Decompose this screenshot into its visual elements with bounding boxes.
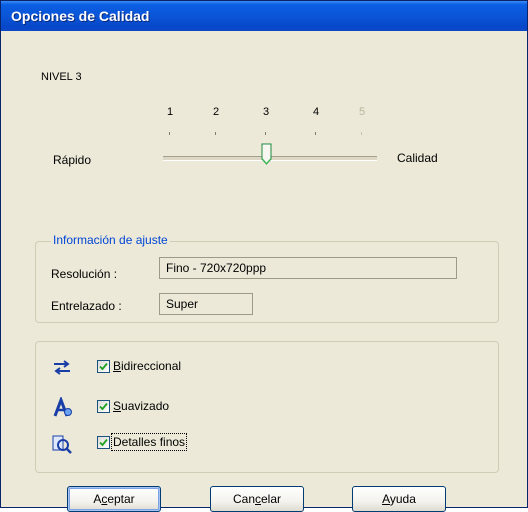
resolution-label: Resolución : bbox=[51, 267, 118, 281]
slider-right-label: Calidad bbox=[397, 151, 438, 165]
tick-mark-5 bbox=[361, 132, 362, 135]
smoothing-mnemonic: S bbox=[113, 399, 122, 413]
resolution-value: Fino - 720x720ppp bbox=[159, 257, 457, 279]
smoothing-checkbox[interactable] bbox=[97, 400, 110, 413]
interlace-value: Super bbox=[159, 293, 253, 315]
smoothing-label-rest: uavizado bbox=[121, 399, 170, 413]
tick-mark-2 bbox=[215, 132, 216, 135]
tick-label-5: 5 bbox=[358, 106, 366, 118]
smoothing-label[interactable]: Suavizado bbox=[113, 399, 169, 413]
fine-detail-checkbox[interactable] bbox=[97, 436, 110, 449]
tick-label-2: 2 bbox=[212, 106, 220, 118]
help-mnemonic: A bbox=[382, 492, 390, 506]
dialog-body: NIVEL 3 1 2 3 4 5 Rápido Calidad Informa… bbox=[5, 31, 523, 512]
slider-left-label: Rápido bbox=[53, 153, 92, 167]
ok-label-post: eptar bbox=[107, 492, 135, 506]
interlace-label: Entrelazado : bbox=[51, 299, 122, 313]
tick-label-3: 3 bbox=[262, 106, 270, 118]
smoothing-icon bbox=[51, 395, 73, 419]
bidirectional-label[interactable]: Bidireccional bbox=[113, 359, 181, 373]
help-label-post: yuda bbox=[389, 492, 416, 506]
bidirectional-icon bbox=[51, 357, 73, 379]
cancel-button[interactable]: Cancelar bbox=[210, 486, 304, 512]
fine-detail-icon bbox=[51, 433, 73, 455]
tick-mark-3 bbox=[265, 132, 266, 135]
bidirectional-checkbox[interactable] bbox=[97, 360, 110, 373]
tick-mark-4 bbox=[315, 132, 316, 135]
help-button[interactable]: Ayuda bbox=[352, 486, 446, 512]
option-row-fine-detail: Detalles finos bbox=[51, 433, 291, 455]
level-label: NIVEL 3 bbox=[41, 71, 82, 83]
bidirectional-label-rest: idireccional bbox=[121, 359, 182, 373]
bidirectional-mnemonic: B bbox=[113, 359, 122, 373]
window-title: Opciones de Calidad bbox=[11, 8, 150, 24]
option-row-smoothing: Suavizado bbox=[51, 395, 291, 419]
title-bar: Opciones de Calidad bbox=[1, 1, 527, 31]
tick-label-1: 1 bbox=[166, 106, 174, 118]
quality-slider-thumb[interactable] bbox=[261, 143, 272, 165]
cancel-label-pre: Can bbox=[232, 492, 255, 506]
cancel-label-post: elar bbox=[261, 492, 282, 506]
tick-mark-1 bbox=[169, 132, 170, 135]
option-row-bidirectional: Bidireccional bbox=[51, 357, 291, 379]
quality-options-dialog: Opciones de Calidad NIVEL 3 1 2 3 4 5 Rá… bbox=[0, 0, 528, 512]
settings-info-legend: Información de ajuste bbox=[51, 233, 170, 247]
fine-detail-label[interactable]: Detalles finos bbox=[110, 433, 188, 451]
ok-button[interactable]: Aceptar bbox=[67, 486, 161, 512]
tick-label-4: 4 bbox=[312, 106, 320, 118]
